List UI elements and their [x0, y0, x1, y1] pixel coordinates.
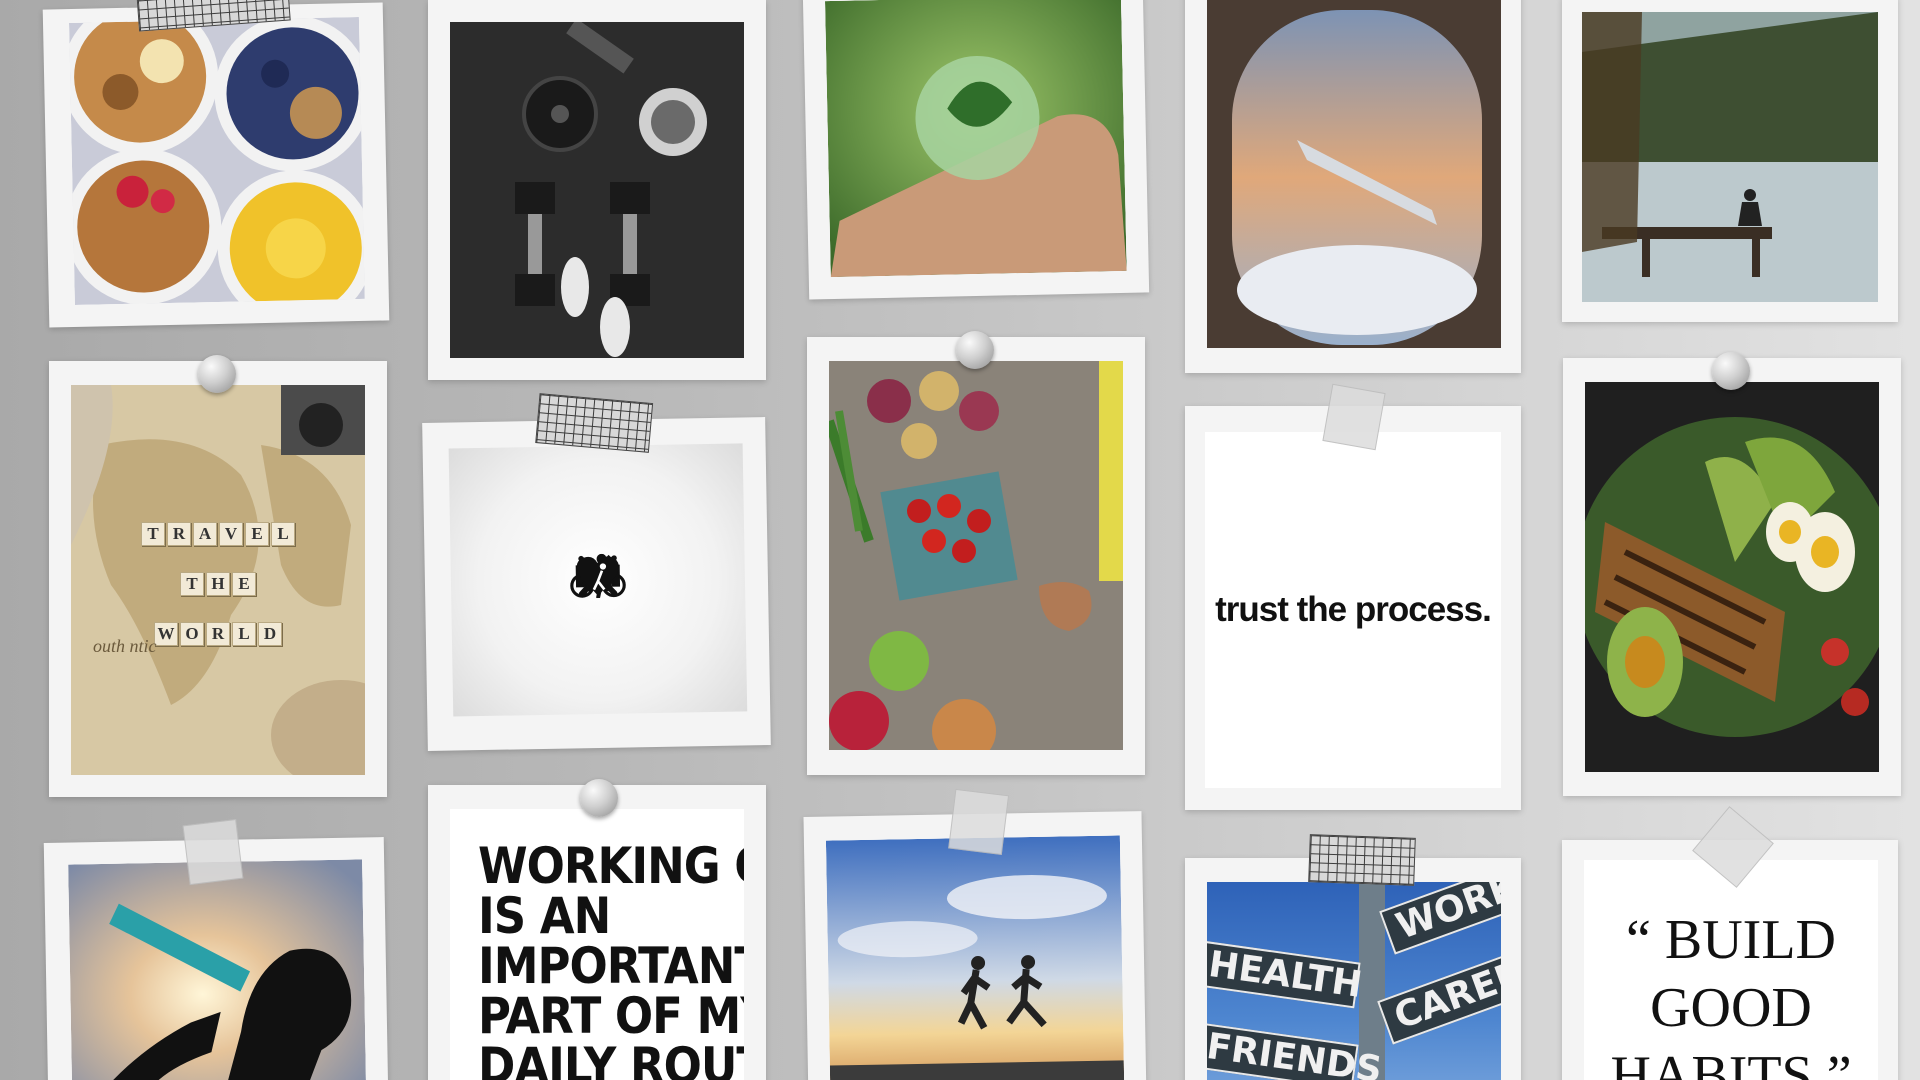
bowls-photo	[68, 16, 365, 305]
letter-tile: A	[193, 522, 217, 546]
glass-globe-photo	[824, 0, 1127, 278]
sign-career: CAREER	[1377, 938, 1501, 1045]
poster-line: PART OF MY	[478, 987, 744, 1045]
habits-line: “ BUILD	[1626, 909, 1836, 971]
card-lake-yoga	[1562, 0, 1898, 322]
card-plane-window	[1185, 0, 1521, 373]
vegetables-photo	[829, 361, 1123, 750]
card-fitness-icons	[422, 393, 771, 751]
pin	[1712, 352, 1750, 390]
card-working-out-poster: WORKING OUT IS AN IMPORTANT PART OF MY D…	[428, 779, 766, 1080]
letter-tile: O	[180, 622, 204, 646]
poster-line: IMPORTANT	[478, 937, 744, 995]
vision-board: TRAVEL THE WORLD outh ntic trust the pro…	[0, 0, 1920, 1080]
habits-line: HABITS.”	[1610, 1045, 1852, 1080]
letter-tile: D	[258, 622, 282, 646]
tape-strip	[535, 393, 654, 453]
card-water-bottle	[43, 818, 389, 1080]
travel-word-row-1: TRAVEL	[71, 522, 365, 546]
weights-photo	[450, 22, 744, 358]
travel-word-row-2: THE	[71, 572, 365, 596]
fitness-icon-row	[450, 551, 745, 600]
letter-tile: T	[180, 572, 204, 596]
salad-photo	[1585, 382, 1879, 772]
plane-window-photo	[1207, 0, 1501, 348]
poster-text: WORKING OUT IS AN IMPORTANT PART OF MY D…	[478, 841, 744, 1080]
sign-health: HEALTH	[1207, 940, 1365, 1009]
card-travel-map: TRAVEL THE WORLD outh ntic	[49, 355, 387, 797]
tape-strip	[182, 818, 244, 886]
card-salad	[1563, 352, 1901, 796]
lake-yoga-photo	[1582, 12, 1878, 302]
card-trust-quote: trust the process.	[1185, 383, 1521, 810]
habits-quote-text: “ BUILD GOOD HABITS.”	[1584, 906, 1878, 1080]
card-bowls	[42, 0, 390, 328]
trust-quote-panel: trust the process.	[1205, 432, 1501, 788]
card-weights	[428, 0, 766, 380]
tape-strip	[1322, 383, 1386, 451]
poster-line: DAILY ROUTINE	[478, 1037, 744, 1080]
habits-quote-panel: “ BUILD GOOD HABITS.”	[1584, 860, 1878, 1080]
card-signpost: HEALTH WORK CAREER FRIENDS	[1185, 834, 1521, 1080]
letter-tile: T	[141, 522, 165, 546]
card-glass-globe	[802, 0, 1150, 300]
habits-line: GOOD	[1650, 977, 1812, 1039]
working-out-poster-panel: WORKING OUT IS AN IMPORTANT PART OF MY D…	[450, 809, 744, 1080]
map-text: outh ntic	[93, 636, 157, 656]
pin	[956, 331, 994, 369]
fitness-icons-photo	[448, 443, 748, 717]
poster-line: WORKING OUT	[478, 837, 744, 895]
tape-strip	[948, 788, 1010, 855]
poster-line: IS AN	[478, 887, 611, 945]
water-bottle-photo	[68, 859, 367, 1080]
card-runners	[803, 788, 1147, 1080]
letter-tile: V	[219, 522, 243, 546]
trust-quote-text: trust the process.	[1215, 590, 1492, 629]
letter-tile: E	[245, 522, 269, 546]
card-habits-quote: “ BUILD GOOD HABITS.”	[1562, 806, 1898, 1080]
letter-tile: L	[232, 622, 256, 646]
letter-tile: R	[206, 622, 230, 646]
letter-tile: E	[232, 572, 256, 596]
pin	[198, 355, 236, 393]
pin	[580, 779, 618, 817]
letter-tile: R	[167, 522, 191, 546]
runners-photo	[825, 835, 1125, 1080]
card-vegetables	[807, 331, 1145, 775]
letter-tile: H	[206, 572, 230, 596]
letter-tile: L	[271, 522, 295, 546]
signpost-photo: HEALTH WORK CAREER FRIENDS	[1207, 882, 1501, 1080]
tape-strip	[1308, 834, 1416, 886]
sign-work: WORK	[1379, 882, 1501, 955]
sign-friends: FRIENDS	[1207, 1022, 1384, 1080]
